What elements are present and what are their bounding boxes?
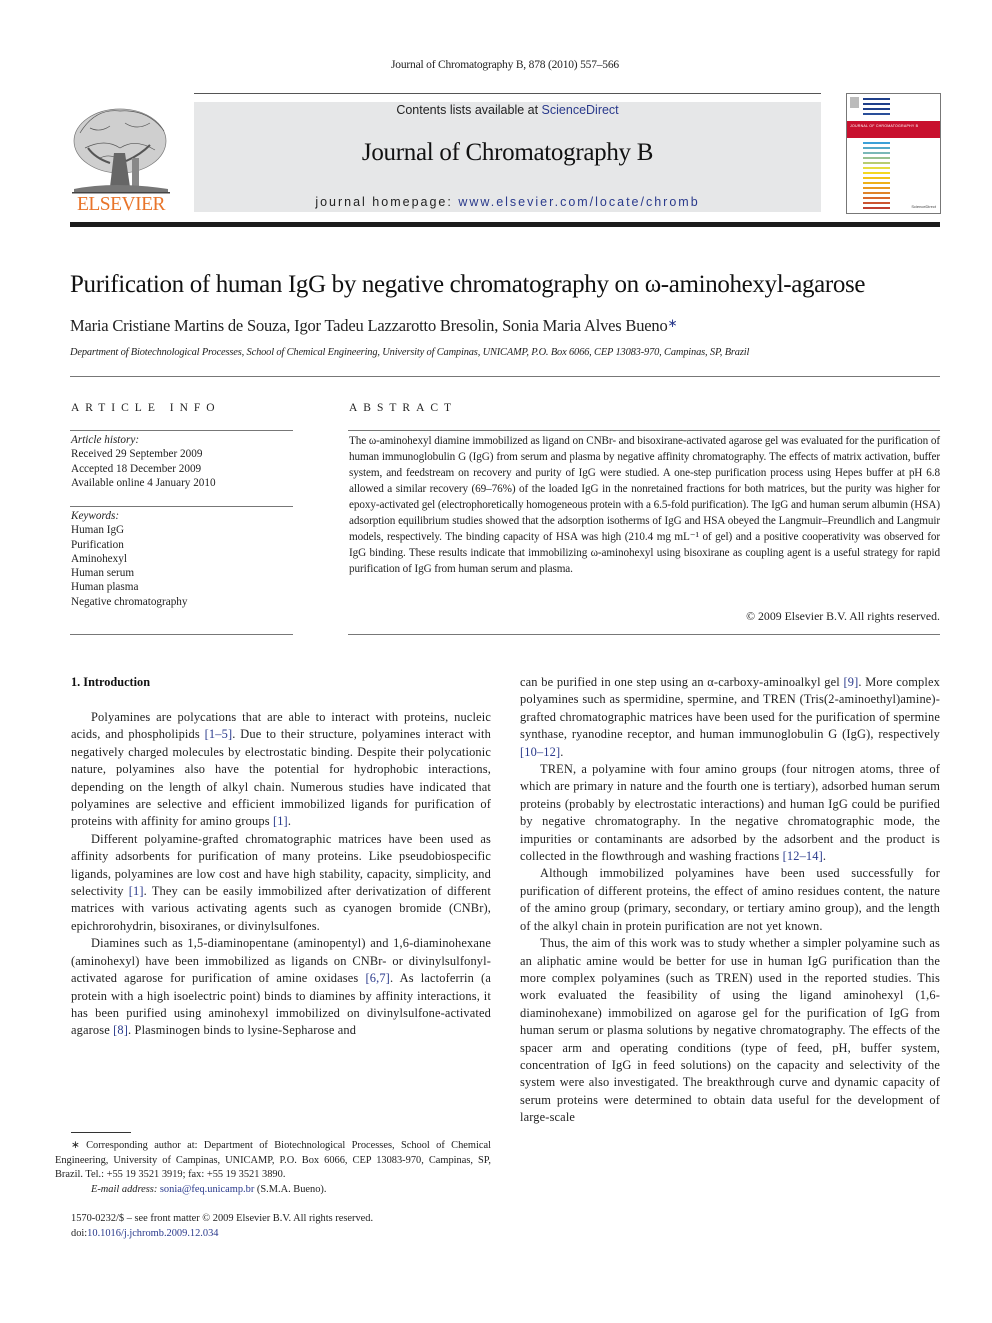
article-info-rule <box>70 634 293 635</box>
masthead-thick-rule <box>70 222 940 227</box>
cover-stripe <box>863 177 890 179</box>
journal-title: Journal of Chromatography B <box>361 139 654 166</box>
journal-homepage-link[interactable]: www.elsevier.com/locate/chromb <box>458 195 699 209</box>
running-header: Journal of Chromatography B, 878 (2010) … <box>391 59 619 71</box>
header-rule <box>194 93 821 94</box>
citation-link[interactable]: [12–14] <box>783 849 823 863</box>
citation-link[interactable]: [9] <box>843 675 858 689</box>
corresponding-author-mark[interactable]: ∗ <box>668 316 678 330</box>
journal-cover-thumbnail: JOURNAL OF CHROMATOGRAPHY B ScienceDirec… <box>846 93 941 214</box>
cover-title: JOURNAL OF CHROMATOGRAPHY B <box>850 124 919 128</box>
cover-stripe <box>863 147 890 149</box>
contents-prefix: Contents lists available at <box>396 103 542 117</box>
history-label: Article history: <box>71 434 140 446</box>
cover-stripe <box>863 113 890 115</box>
article-info-rule <box>70 506 293 507</box>
cover-stripe <box>863 202 890 204</box>
elsevier-wordmark: ELSEVIER <box>76 194 166 215</box>
doi-prefix: doi: <box>71 1228 88 1239</box>
citation-link[interactable]: [1–5] <box>205 727 233 741</box>
cover-logo-icon <box>850 97 859 108</box>
body-paragraph: Polyamines are polycations that are able… <box>71 709 491 831</box>
article-info-rule <box>70 430 293 431</box>
body-paragraph: TREN, a polyamine with four amino groups… <box>520 761 940 865</box>
abstract-rule <box>348 634 940 635</box>
keyword-item: Human serum <box>71 567 135 580</box>
homepage-line: journal homepage: www.elsevier.com/locat… <box>194 195 821 209</box>
cover-stripe <box>863 103 890 105</box>
body-paragraph: Diamines such as 1,5-diaminopentane (ami… <box>71 935 491 1039</box>
abstract-rule <box>348 430 940 431</box>
body-text: Thus, the aim of this work was to study … <box>520 936 940 1125</box>
citation-link[interactable]: [1] <box>273 814 288 828</box>
cover-stripe <box>863 182 890 184</box>
citation-link[interactable]: [10–12] <box>520 745 560 759</box>
cover-stripe <box>863 162 890 164</box>
keyword-item: Negative chromatography <box>71 595 188 608</box>
cover-stripe <box>863 207 890 209</box>
history-accepted: Accepted 18 December 2009 <box>71 462 202 475</box>
section-heading-introduction: 1. Introduction <box>71 675 151 689</box>
citation-link[interactable]: [6,7] <box>365 971 390 985</box>
body-column-right: can be purified in one step using an α-c… <box>520 674 940 1127</box>
keywords-label: Keywords: <box>71 510 120 522</box>
history-received: Received 29 September 2009 <box>71 448 203 461</box>
footnote-mark: ∗ <box>71 1140 80 1151</box>
cover-stripe <box>863 172 890 174</box>
history-online: Available online 4 January 2010 <box>71 476 216 489</box>
keyword-item: Purification <box>71 538 124 551</box>
cover-stripe <box>863 167 890 169</box>
abstract-copyright: © 2009 Elsevier B.V. All rights reserved… <box>746 609 940 623</box>
doi-link[interactable]: 10.1016/j.jchromb.2009.12.034 <box>87 1228 218 1239</box>
cover-stripe <box>863 108 890 110</box>
cover-stripe <box>863 187 890 189</box>
body-text: TREN, a polyamine with four amino groups… <box>520 762 940 864</box>
affiliation: Department of Biotechnological Processes… <box>70 347 750 358</box>
author-list: Maria Cristiane Martins de Souza, Igor T… <box>70 316 678 336</box>
article-info-heading: ARTICLE INFO <box>71 402 221 414</box>
keyword-item: Human plasma <box>71 581 139 594</box>
article-history: Article history: Received 29 September 2… <box>71 433 216 490</box>
cover-stripe <box>863 152 890 154</box>
homepage-prefix: journal homepage: <box>315 195 459 209</box>
contents-line: Contents lists available at ScienceDirec… <box>194 103 821 117</box>
email-label: E-mail address: <box>91 1183 158 1195</box>
footnote-text: Corresponding author at: Department of B… <box>55 1140 491 1181</box>
author-email-link[interactable]: sonia@feq.unicamp.br <box>160 1184 254 1195</box>
body-paragraph: Different polyamine-grafted chromatograp… <box>71 831 491 935</box>
abstract-heading: ABSTRACT <box>349 402 458 414</box>
body-paragraph: Thus, the aim of this work was to study … <box>520 935 940 1126</box>
citation-link[interactable]: [1] <box>129 884 144 898</box>
keyword-item: Aminohexyl <box>71 552 127 565</box>
sciencedirect-link[interactable]: ScienceDirect <box>542 103 619 117</box>
cover-red-band: JOURNAL OF CHROMATOGRAPHY B <box>847 121 940 138</box>
footnote-rule <box>71 1132 131 1133</box>
body-column-left: Polyamines are polycations that are able… <box>71 709 491 1040</box>
body-text: . <box>822 849 827 864</box>
body-text: . Plasminogen binds to lysine-Sepharose … <box>128 1023 357 1038</box>
citation-link[interactable]: [8] <box>113 1023 128 1037</box>
cover-stripe <box>863 192 890 194</box>
cover-stripe <box>863 157 890 159</box>
authors-names: Maria Cristiane Martins de Souza, Igor T… <box>70 316 668 335</box>
issn-line: 1570-0232/$ – see front matter © 2009 El… <box>71 1213 374 1224</box>
title-separator-rule <box>70 376 940 377</box>
keyword-item: Human IgG <box>71 524 125 537</box>
body-text: . <box>560 744 564 759</box>
body-paragraph: can be purified in one step using an α-c… <box>520 674 940 761</box>
article-title: Purification of human IgG by negative ch… <box>70 271 866 298</box>
corresponding-author-footnote: ∗ Corresponding author at: Department of… <box>55 1139 491 1197</box>
cover-stripe <box>863 142 890 144</box>
cover-publisher-mark: ScienceDirect <box>911 204 936 209</box>
body-paragraph: Although immobilized polyamines have bee… <box>520 865 940 935</box>
body-text: . <box>287 814 292 829</box>
abstract-text: The ω-aminohexyl diamine immobilized as … <box>349 435 940 575</box>
cover-stripe <box>863 197 890 199</box>
cover-stripe <box>863 98 890 100</box>
body-text: can be purified in one step using an α-c… <box>520 675 844 689</box>
body-text: Although immobilized polyamines have bee… <box>520 866 940 933</box>
keywords: Keywords: Human IgG Purification Aminohe… <box>71 509 188 609</box>
front-matter: 1570-0232/$ – see front matter © 2009 El… <box>71 1211 491 1241</box>
email-owner: (S.M.A. Bueno). <box>256 1183 327 1195</box>
